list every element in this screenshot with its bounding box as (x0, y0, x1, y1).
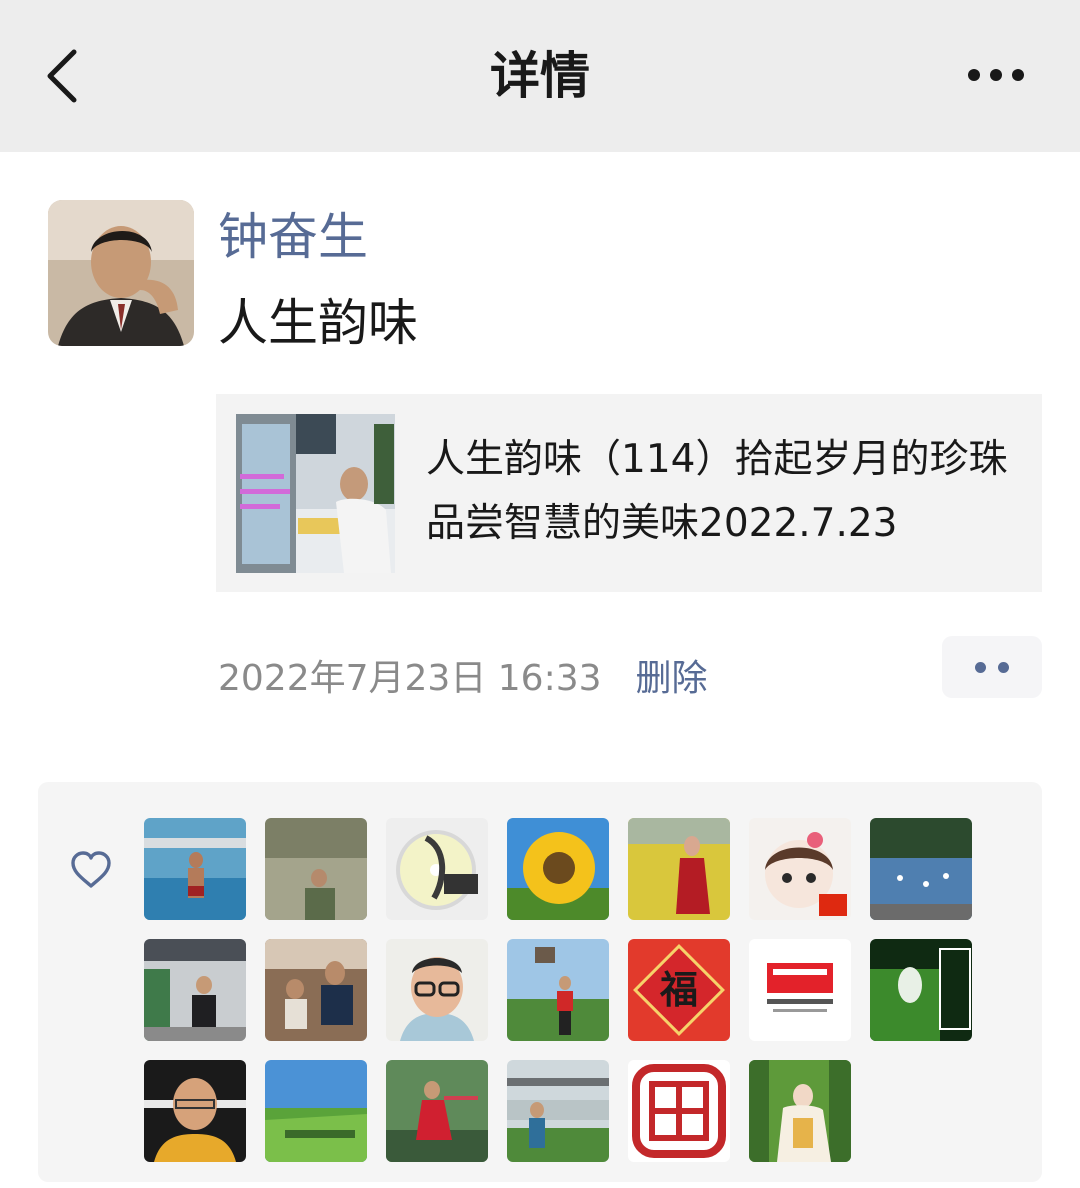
seal-char: 福 (659, 968, 698, 1012)
liker-avatar[interactable] (749, 939, 851, 1041)
like-comment-button[interactable] (942, 636, 1042, 698)
liker-avatar[interactable] (265, 1060, 367, 1162)
post-meta: 2022年7月23日 16:33 删除 (218, 648, 708, 702)
liker-avatar[interactable] (749, 1060, 851, 1162)
liker-avatar[interactable] (144, 818, 246, 920)
liker-avatar[interactable] (265, 939, 367, 1041)
liker-avatar[interactable] (507, 939, 609, 1041)
post-time: 2022年7月23日 16:33 (218, 658, 602, 699)
liker-avatar[interactable] (628, 1060, 730, 1162)
link-thumbnail (236, 414, 395, 573)
more-dots-icon (975, 661, 986, 673)
post-text: 人生韵味 (218, 294, 418, 352)
liker-avatar[interactable] (386, 818, 488, 920)
more-dots-icon (968, 69, 980, 81)
liker-avatar[interactable] (507, 818, 609, 920)
author-name[interactable]: 钟奋生 (218, 206, 368, 268)
liker-avatar[interactable] (870, 939, 972, 1041)
heart-icon (71, 851, 111, 888)
likes-panel: 福 (38, 782, 1042, 1182)
navbar: 详情 (0, 0, 1080, 152)
more-button[interactable] (956, 50, 1036, 100)
liker-avatar[interactable] (507, 1060, 609, 1162)
liker-avatar[interactable] (265, 818, 367, 920)
liker-avatar[interactable] (144, 1060, 246, 1162)
liker-avatar[interactable] (144, 939, 246, 1041)
page-title: 详情 (490, 47, 590, 105)
liker-avatar[interactable]: 福 (628, 939, 730, 1041)
liker-avatar[interactable] (749, 818, 851, 920)
shared-link-card[interactable]: 人生韵味（114）拾起岁月的珍珠 品尝智慧的美味2022.7.23 (216, 394, 1042, 592)
author-avatar[interactable] (48, 200, 194, 346)
delete-button[interactable]: 删除 (636, 649, 708, 701)
liker-avatar[interactable] (386, 1060, 488, 1162)
liker-avatar[interactable] (628, 818, 730, 920)
liker-avatar-grid: 福 (144, 818, 994, 1162)
link-title: 人生韵味（114）拾起岁月的珍珠 品尝智慧的美味2022.7.23 (426, 437, 1008, 546)
liker-avatar[interactable] (386, 939, 488, 1041)
liker-avatar[interactable] (870, 818, 972, 920)
